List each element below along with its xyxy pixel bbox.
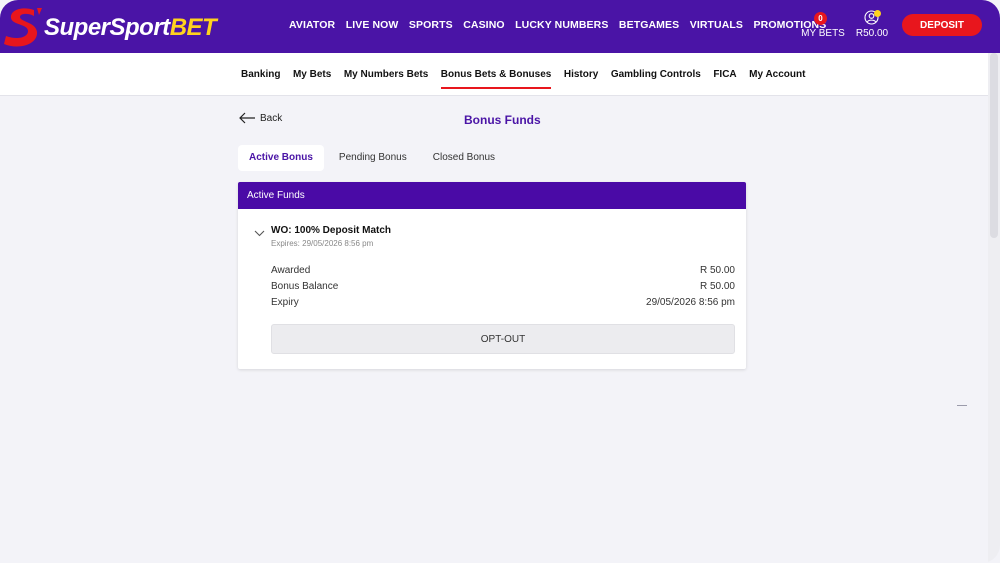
nav-betgames[interactable]: BETGAMES [619, 19, 679, 31]
detail-label: Awarded [271, 265, 311, 276]
page-title: Bonus Funds [464, 113, 541, 127]
subnav-fica[interactable]: FICA [713, 69, 736, 89]
tab-pending-bonus[interactable]: Pending Bonus [328, 145, 418, 171]
subnav-banking[interactable]: Banking [241, 69, 280, 89]
my-bets-button[interactable]: 0 MY BETS [800, 12, 846, 42]
subnav-my-numbers-bets[interactable]: My Numbers Bets [344, 69, 428, 89]
tab-closed-bonus[interactable]: Closed Bonus [422, 145, 506, 171]
opt-out-button[interactable]: OPT-OUT [271, 324, 735, 354]
nav-live-now[interactable]: LIVE NOW [346, 19, 399, 31]
nav-casino[interactable]: CASINO [463, 19, 504, 31]
detail-value: R 50.00 [699, 281, 735, 292]
active-funds-card: Active Funds WO: 100% Deposit Match Expi… [238, 182, 746, 369]
subnav-my-account[interactable]: My Account [749, 69, 805, 89]
detail-label: Bonus Balance [271, 281, 339, 292]
bonus-name: WO: 100% Deposit Match [271, 225, 392, 236]
detail-label: Expiry [271, 297, 299, 308]
bonus-expires: Expires: 29/05/2026 8:56 pm [271, 239, 374, 248]
my-bets-count-badge: 0 [814, 12, 827, 25]
my-bets-label: MY BETS [801, 28, 845, 39]
notification-dot [874, 10, 881, 17]
back-label: Back [260, 112, 283, 124]
subnav-gambling-controls[interactable]: Gambling Controls [611, 69, 701, 89]
back-button[interactable]: Back [238, 112, 282, 124]
account-subnav: Banking My Bets My Numbers Bets Bonus Be… [0, 53, 1000, 96]
detail-value: 29/05/2026 8:56 pm [646, 297, 735, 308]
subnav-bonus-bets[interactable]: Bonus Bets & Bonuses [440, 69, 551, 89]
bonus-tabs: Active Bonus Pending Bonus Closed Bonus [238, 145, 510, 171]
main-nav: AVIATOR LIVE NOW SPORTS CASINO LUCKY NUM… [289, 19, 837, 31]
detail-value: R 50.00 [699, 265, 735, 276]
chevron-down-icon[interactable] [254, 230, 265, 237]
account-balance-button[interactable]: R50.00 [852, 10, 892, 42]
subnav-history[interactable]: History [564, 69, 598, 89]
card-header: Active Funds [238, 182, 746, 209]
nav-sports[interactable]: SPORTS [409, 19, 453, 31]
balance-amount: R50.00 [855, 28, 889, 39]
app-frame: SuperSportBET AVIATOR LIVE NOW SPORTS CA… [0, 0, 1000, 563]
nav-aviator[interactable]: AVIATOR [289, 19, 335, 31]
nav-virtuals[interactable]: VIRTUALS [690, 19, 743, 31]
deposit-button[interactable]: DEPOSIT [902, 14, 982, 36]
tab-active-bonus[interactable]: Active Bonus [238, 145, 324, 171]
arrow-left-icon [239, 112, 255, 124]
top-header: SuperSportBET AVIATOR LIVE NOW SPORTS CA… [0, 0, 1000, 53]
nav-lucky-numbers[interactable]: LUCKY NUMBERS [515, 19, 608, 31]
divider-mark [957, 405, 967, 406]
scrollbar-thumb[interactable] [990, 53, 998, 238]
brand-wordmark: SuperSportBET [44, 14, 217, 41]
subnav-my-bets[interactable]: My Bets [293, 69, 331, 89]
brand-logo[interactable]: SuperSportBET [4, 4, 217, 48]
